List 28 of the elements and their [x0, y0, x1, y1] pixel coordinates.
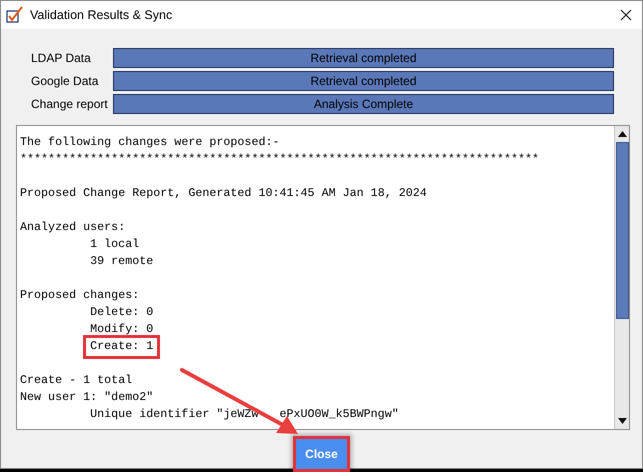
report-line: Delete: 0 — [90, 304, 154, 321]
status-bar: Retrieval completed — [113, 48, 614, 68]
report-line: ************************************************************************** — [20, 151, 540, 168]
report-line: Proposed changes: — [20, 287, 140, 304]
report-line: Analyzed users: — [20, 219, 126, 236]
status-bar: Analysis Complete — [113, 94, 614, 114]
status-label: LDAP Data — [31, 50, 92, 67]
status-label: Change report — [31, 96, 109, 113]
up-arrow-icon[interactable] — [618, 131, 626, 137]
report-line: Proposed Change Report, Generated 10:41:45 AM Jan 18, 2024 — [20, 185, 427, 202]
report-line: The following changes were proposed:- — [20, 134, 280, 151]
checkmark-icon — [6, 6, 24, 24]
report-line: Modify: 0 — [90, 321, 154, 338]
scrollbar[interactable] — [614, 126, 629, 429]
report-line: ePxUO0W_k5BWPngw" — [279, 406, 399, 423]
report-line: New user 1: "demo2" — [20, 389, 154, 406]
report-line: Create: 1 — [90, 338, 154, 355]
down-arrow-icon[interactable] — [618, 418, 626, 424]
close-icon[interactable] — [620, 9, 632, 21]
report-line: 1 local — [90, 236, 140, 253]
report-line: 39 remote — [90, 253, 154, 270]
status-label: Google Data — [31, 73, 100, 90]
report-line: Create - 1 total — [20, 372, 132, 389]
report-line: Unique identifier "jeWZw — [90, 406, 258, 423]
window-title: Validation Results & Sync — [30, 6, 172, 24]
status-bar: Retrieval completed — [113, 71, 614, 91]
scrollbar-thumb[interactable] — [616, 142, 628, 319]
close-button[interactable]: Close — [293, 436, 350, 472]
